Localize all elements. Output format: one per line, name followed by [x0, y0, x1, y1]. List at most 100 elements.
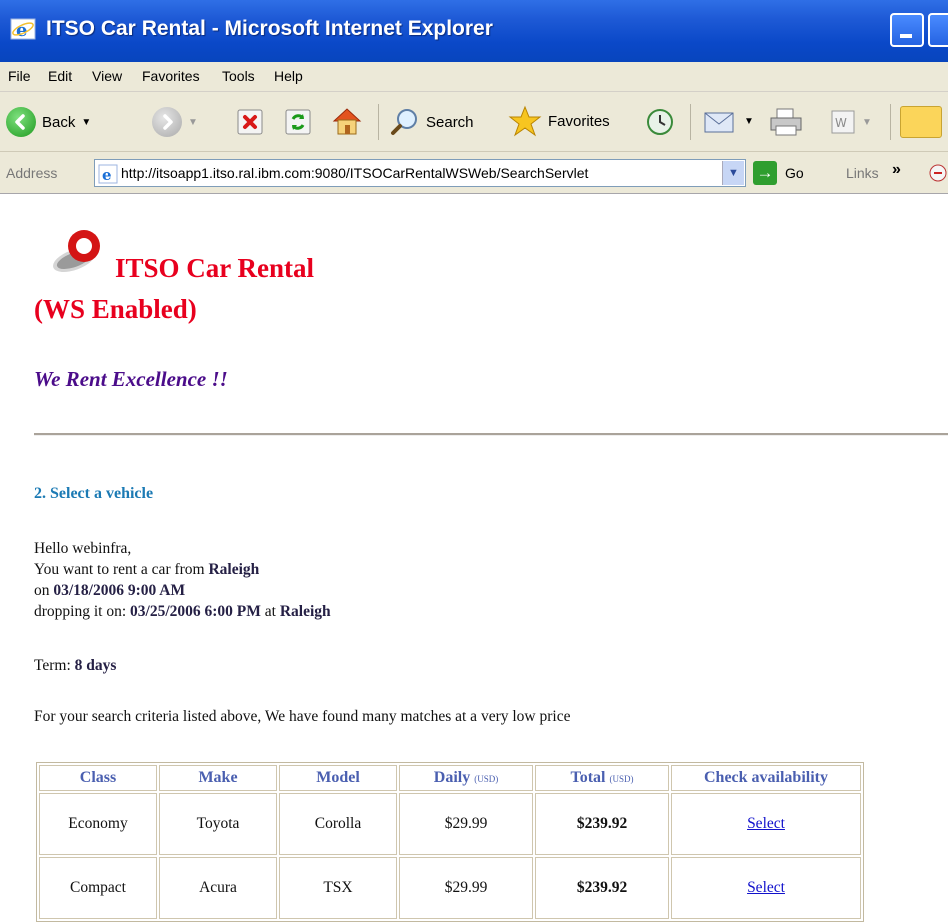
- refresh-button[interactable]: [284, 108, 312, 136]
- select-link[interactable]: Select: [747, 879, 785, 896]
- table-header-row: Class Make Model Daily (USD) Total (USD)…: [39, 765, 861, 791]
- dropoff-location: Raleigh: [279, 603, 331, 620]
- address-dropdown-icon[interactable]: ▼: [722, 161, 744, 185]
- menu-favorites[interactable]: Favorites: [142, 68, 200, 84]
- cell-make: Toyota: [159, 793, 277, 855]
- rental-term: Term: 8 days: [34, 657, 117, 674]
- forward-dropdown-icon[interactable]: ▼: [188, 117, 198, 128]
- mail-dropdown-icon[interactable]: ▼: [744, 116, 754, 127]
- discuss-button[interactable]: [900, 106, 942, 138]
- ie-icon: e: [10, 18, 36, 41]
- cell-daily: $29.99: [399, 857, 533, 919]
- header-total: Total (USD): [535, 765, 669, 791]
- standard-toolbar: Back ▼ ▼ Search Favorites ▼ W ▼: [0, 92, 948, 152]
- booking-summary: Hello webinfra, You want to rent a car f…: [34, 538, 331, 622]
- search-button[interactable]: Search: [390, 107, 474, 137]
- go-button[interactable]: → Go: [753, 161, 804, 185]
- menu-view[interactable]: View: [92, 68, 122, 84]
- cell-model: Corolla: [279, 793, 397, 855]
- printer-icon: [770, 108, 802, 136]
- divider: [34, 433, 948, 436]
- mail-icon: [704, 112, 734, 133]
- minimize-button[interactable]: [890, 13, 924, 47]
- search-message: For your search criteria listed above, W…: [34, 708, 571, 725]
- header-daily: Daily (USD): [399, 765, 533, 791]
- itso-logo: [53, 227, 100, 273]
- word-edit-icon: W: [831, 110, 855, 134]
- pickup-location: Raleigh: [208, 561, 260, 578]
- cell-class: Compact: [39, 857, 157, 919]
- pickup-datetime: 03/18/2006 9:00 AM: [53, 582, 186, 599]
- back-button[interactable]: Back ▼: [6, 107, 91, 137]
- header-model: Model: [279, 765, 397, 791]
- cell-total: $239.92: [535, 857, 669, 919]
- menu-help[interactable]: Help: [274, 68, 303, 84]
- address-label: Address: [6, 165, 58, 181]
- window-title: ITSO Car Rental - Microsoft Internet Exp…: [46, 17, 493, 40]
- term-value: 8 days: [74, 657, 117, 674]
- back-dropdown-icon[interactable]: ▼: [81, 117, 91, 128]
- greeting: Hello webinfra,: [34, 540, 132, 557]
- brand-title: ITSO Car Rental: [115, 253, 315, 283]
- table-row: Compact Acura TSX $29.99 $239.92 Select: [39, 857, 861, 919]
- svg-text:e: e: [102, 166, 112, 184]
- refresh-icon: [285, 109, 311, 135]
- ie-page-icon: e: [98, 164, 118, 184]
- cell-class: Economy: [39, 793, 157, 855]
- sticky-note-icon: [900, 106, 942, 138]
- cell-daily: $29.99: [399, 793, 533, 855]
- pickup-line: You want to rent a car from Raleigh: [34, 561, 260, 578]
- dropoff-datetime: 03/25/2006 6:00 PM: [130, 603, 261, 620]
- dropoff-line: dropping it on: 03/25/2006 6:00 PM at Ra…: [34, 603, 331, 620]
- forward-button[interactable]: ▼: [152, 107, 198, 137]
- page-content: ITSO Car Rental (WS Enabled) We Rent Exc…: [0, 194, 948, 922]
- pickup-date-line: on 03/18/2006 9:00 AM: [34, 582, 186, 599]
- history-button[interactable]: [644, 107, 676, 137]
- step-heading: 2. Select a vehicle: [34, 485, 154, 502]
- go-arrow-icon: →: [753, 161, 777, 185]
- edit-dropdown-icon[interactable]: ▼: [862, 117, 872, 128]
- cell-action: Select: [671, 857, 861, 919]
- motto: We Rent Excellence !!: [34, 367, 228, 391]
- links-label[interactable]: Links: [846, 165, 879, 181]
- cell-model: TSX: [279, 857, 397, 919]
- home-button[interactable]: [330, 105, 364, 137]
- menu-bar: File Edit View Favorites Tools Help: [0, 62, 948, 92]
- history-icon: [647, 109, 673, 135]
- table-row: Economy Toyota Corolla $29.99 $239.92 Se…: [39, 793, 861, 855]
- stop-button[interactable]: [236, 108, 264, 136]
- print-button[interactable]: [768, 106, 804, 138]
- select-link[interactable]: Select: [747, 815, 785, 832]
- svg-text:W: W: [835, 116, 847, 130]
- maximize-button[interactable]: [928, 13, 948, 47]
- mail-button[interactable]: ▼: [702, 106, 754, 136]
- links-chevron-icon[interactable]: »: [892, 161, 901, 179]
- favorites-button[interactable]: Favorites: [508, 105, 610, 137]
- menu-file[interactable]: File: [8, 68, 31, 84]
- window-title-bar[interactable]: e ITSO Car Rental - Microsoft Internet E…: [0, 0, 948, 62]
- stop-icon: [237, 109, 263, 135]
- brand-subtitle: (WS Enabled): [34, 294, 197, 324]
- address-input[interactable]: e http://itsoapp1.itso.ral.ibm.com:9080/…: [94, 159, 746, 187]
- back-arrow-icon: [6, 107, 36, 137]
- menu-edit[interactable]: Edit: [48, 68, 72, 84]
- vehicle-results-table: Class Make Model Daily (USD) Total (USD)…: [36, 762, 864, 922]
- toolbar-separator: [378, 104, 379, 140]
- address-bar: Address e http://itsoapp1.itso.ral.ibm.c…: [0, 152, 948, 194]
- favorites-star-icon: [508, 105, 542, 137]
- search-icon: [391, 109, 417, 135]
- cell-make: Acura: [159, 857, 277, 919]
- menu-tools[interactable]: Tools: [222, 68, 255, 84]
- pdf-link-icon[interactable]: [928, 163, 948, 183]
- forward-arrow-icon: [152, 107, 182, 137]
- toolbar-separator: [890, 104, 891, 140]
- edit-button[interactable]: W ▼: [830, 109, 872, 135]
- toolbar-separator: [690, 104, 691, 140]
- cell-action: Select: [671, 793, 861, 855]
- header-class: Class: [39, 765, 157, 791]
- header-check-availability: Check availability: [671, 765, 861, 791]
- header-make: Make: [159, 765, 277, 791]
- home-icon: [332, 108, 362, 135]
- address-url: http://itsoapp1.itso.ral.ibm.com:9080/IT…: [121, 165, 589, 181]
- cell-total: $239.92: [535, 793, 669, 855]
